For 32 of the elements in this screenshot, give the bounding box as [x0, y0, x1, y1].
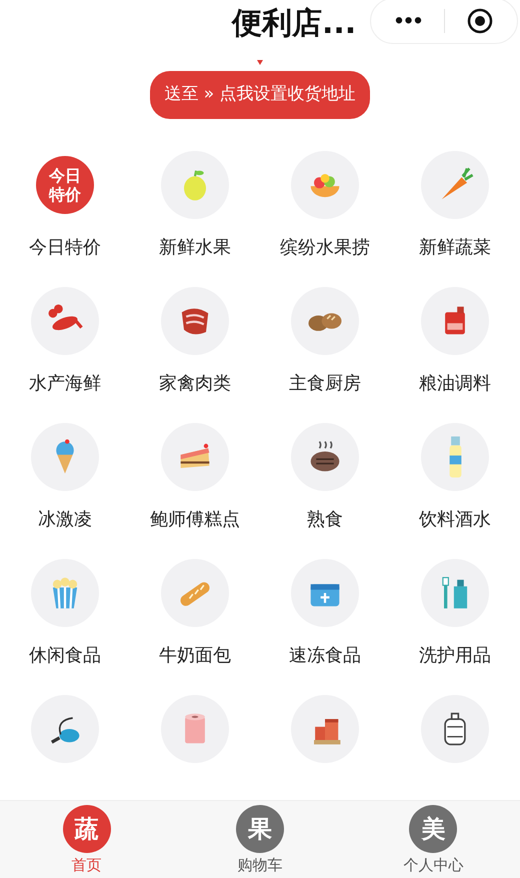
category-label[interactable]: 家禽肉类 [159, 373, 231, 395]
page-title: 便利店... [232, 5, 356, 43]
category-label[interactable]: 鲍师傅糕点 [150, 509, 240, 531]
tab-label: 首页 [72, 854, 102, 874]
tab-glyph-icon: 蔬 [62, 804, 111, 852]
tab-label: 购物车 [237, 854, 282, 874]
tab-glyph-icon: 果 [236, 804, 284, 852]
category-label[interactable]: 缤纷水果捞 [280, 237, 370, 259]
category-label[interactable]: 洗护用品 [419, 645, 491, 667]
set-address-button[interactable]: 送至 » 点我设置收货地址 [150, 71, 370, 119]
bottle-icon [448, 435, 462, 479]
category-label[interactable]: 熟食 [307, 509, 343, 531]
category-label[interactable]: 主食厨房 [289, 373, 361, 395]
close-target-icon[interactable] [467, 8, 493, 34]
category-label[interactable]: 新鲜蔬菜 [419, 237, 491, 259]
category-label[interactable]: 今日特价 [29, 237, 101, 259]
more-button[interactable]: ••• [371, 8, 444, 34]
special-offer-badge: 今日特价 [36, 156, 94, 214]
pointer-arrow-icon [257, 60, 263, 65]
tab-item[interactable]: 果 购物车 [173, 801, 347, 878]
tab-label: 个人中心 [403, 854, 464, 874]
category-label[interactable]: 饮料酒水 [419, 509, 491, 531]
category-label[interactable]: 休闲食品 [29, 645, 101, 667]
category-label[interactable]: 粮油调料 [419, 373, 491, 395]
category-label[interactable]: 速冻食品 [289, 645, 361, 667]
category-label[interactable]: 牛奶面包 [159, 645, 231, 667]
tab-item[interactable]: 蔬 首页 [0, 801, 174, 878]
category-label[interactable]: 水产海鲜 [29, 373, 101, 395]
tab-item[interactable]: 美 个人中心 [346, 801, 520, 878]
category-label[interactable]: 冰激凌 [38, 509, 92, 531]
category-label[interactable]: 新鲜水果 [159, 237, 231, 259]
tab-glyph-icon: 美 [409, 804, 458, 852]
